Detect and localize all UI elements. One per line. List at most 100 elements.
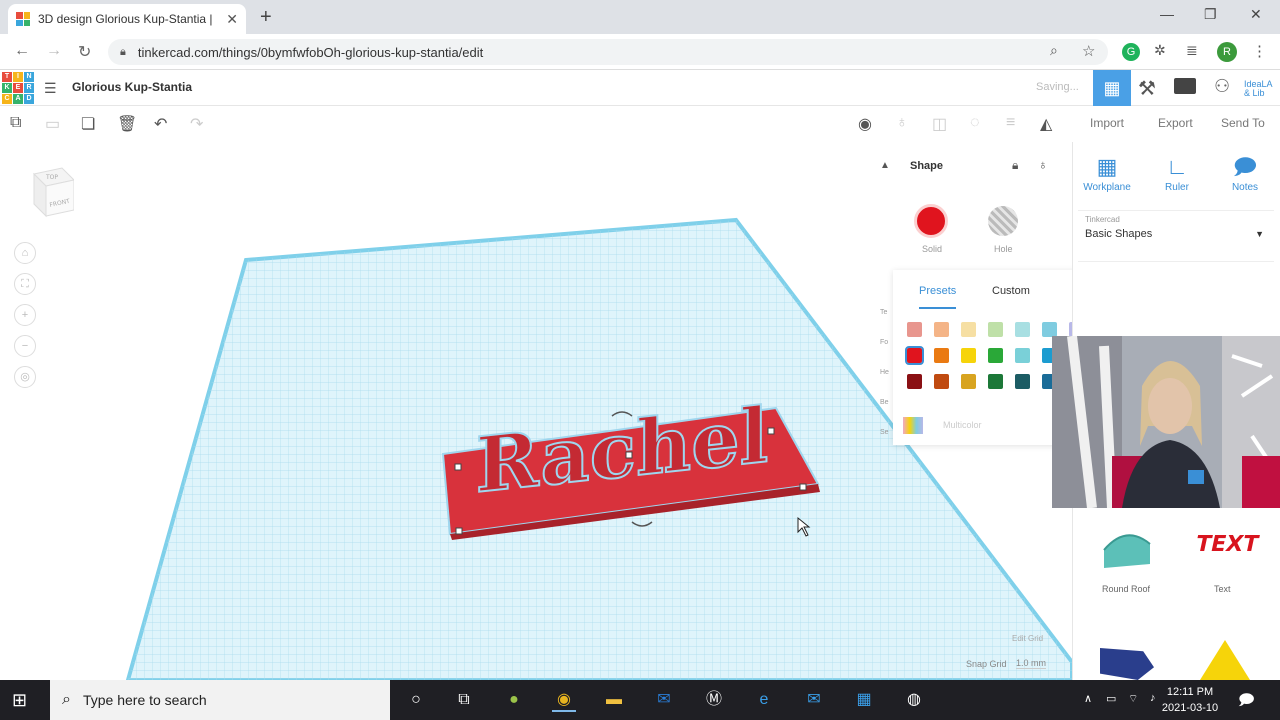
mirror-icon[interactable]: ◭ bbox=[1040, 114, 1052, 134]
reading-list-icon[interactable]: ≣ bbox=[1186, 42, 1198, 59]
design-list-icon[interactable]: ☰ bbox=[44, 80, 57, 97]
user-icon[interactable]: ⚇ bbox=[1214, 76, 1230, 97]
import-button[interactable]: Import bbox=[1090, 116, 1124, 130]
obs-icon[interactable]: ◍ bbox=[902, 688, 926, 712]
color-swatch[interactable] bbox=[1015, 374, 1030, 389]
tinkercad-logo[interactable]: TIN KER CAD bbox=[2, 72, 34, 104]
calendar-icon[interactable]: ▦ bbox=[852, 688, 876, 712]
notes-tool[interactable]: 🗩︎ Notes bbox=[1220, 152, 1270, 193]
color-swatch[interactable] bbox=[988, 322, 1003, 337]
forward-icon[interactable]: → bbox=[46, 42, 62, 60]
color-swatch[interactable] bbox=[961, 322, 976, 337]
chrome-icon[interactable]: ◉ bbox=[552, 688, 576, 712]
shape-library-select[interactable]: Tinkercad Basic Shapes ▼ bbox=[1078, 210, 1274, 262]
m-app-icon[interactable]: Ⓜ bbox=[702, 688, 726, 712]
minimize-icon[interactable]: — bbox=[1160, 6, 1174, 22]
color-swatch[interactable] bbox=[988, 348, 1003, 363]
export-button[interactable]: Export bbox=[1158, 116, 1193, 130]
workplane-tool[interactable]: ▦ Workplane bbox=[1082, 152, 1132, 193]
task-view-icon[interactable]: ⧉ bbox=[452, 688, 476, 712]
app-icon[interactable]: ● bbox=[502, 688, 526, 712]
reload-icon[interactable]: ↻ bbox=[78, 42, 91, 62]
notifications-icon[interactable]: 🗩︎ bbox=[1238, 690, 1255, 715]
grid-view-button[interactable]: ▦ bbox=[1093, 70, 1131, 106]
snap-grid-select[interactable]: 1.0 mm bbox=[1016, 658, 1047, 669]
ruler-tool[interactable]: ∟ Ruler bbox=[1152, 152, 1202, 193]
align-icon[interactable]: ≡ bbox=[1006, 114, 1015, 132]
delete-icon[interactable]: 🗑︎ bbox=[117, 114, 137, 134]
window-close-icon[interactable]: ✕ bbox=[1250, 6, 1262, 23]
tab-presets[interactable]: Presets bbox=[919, 285, 957, 309]
send-to-button[interactable]: Send To bbox=[1221, 116, 1265, 130]
volume-icon[interactable]: ♪ bbox=[1150, 692, 1156, 704]
file-explorer-icon[interactable]: ▬ bbox=[602, 688, 626, 712]
color-swatch[interactable] bbox=[1015, 348, 1030, 363]
light-bulb-icon[interactable]: ♁ bbox=[1038, 157, 1048, 172]
view-cube[interactable]: TOP FRONT bbox=[28, 164, 76, 218]
home-view-icon[interactable]: ⌂ bbox=[14, 242, 36, 264]
color-swatch[interactable] bbox=[934, 348, 949, 363]
windows-start-icon[interactable]: ⊞ bbox=[12, 690, 27, 711]
cortana-icon[interactable]: ○ bbox=[404, 688, 428, 712]
zoom-out-icon[interactable]: − bbox=[14, 335, 36, 357]
color-swatch[interactable] bbox=[934, 374, 949, 389]
grammarly-extension-icon[interactable]: G bbox=[1122, 43, 1140, 61]
color-swatch[interactable] bbox=[988, 374, 1003, 389]
bookmark-star-icon[interactable]: ☆ bbox=[1082, 42, 1095, 60]
notes-icon: 🗩︎ bbox=[1232, 154, 1258, 179]
view-toggle-icon[interactable]: ◉ bbox=[858, 114, 872, 134]
lock-shape-icon[interactable]: 🔒︎ bbox=[1012, 158, 1018, 173]
zoom-icon[interactable]: ⌕ bbox=[1050, 42, 1058, 59]
paste-icon[interactable]: ▭ bbox=[45, 114, 60, 134]
light-bulb-icon[interactable]: ♁ bbox=[896, 114, 908, 132]
zoom-in-icon[interactable]: + bbox=[14, 304, 36, 326]
duplicate-icon[interactable]: ❏ bbox=[81, 114, 95, 134]
prop-label: Be bbox=[880, 399, 889, 406]
multicolor-swatch[interactable] bbox=[903, 417, 923, 434]
edit-grid-button[interactable]: Edit Grid bbox=[1012, 634, 1043, 643]
edge-icon[interactable]: e bbox=[752, 688, 776, 712]
hammer-pickaxe-icon[interactable]: ⚒ bbox=[1138, 76, 1156, 101]
design-name[interactable]: Glorious Kup-Stantia bbox=[72, 80, 192, 94]
tab-custom[interactable]: Custom bbox=[992, 285, 1030, 297]
solid-color-button[interactable] bbox=[914, 204, 948, 238]
color-swatch[interactable] bbox=[961, 348, 976, 363]
collapse-icon[interactable]: ▲ bbox=[880, 160, 890, 171]
restore-icon[interactable]: ❐ bbox=[1204, 6, 1217, 23]
color-swatch[interactable] bbox=[1015, 322, 1030, 337]
bricks-icon[interactable] bbox=[1174, 78, 1196, 94]
new-tab-button[interactable]: + bbox=[260, 6, 272, 29]
network-icon[interactable]: ⌔ bbox=[1128, 692, 1138, 706]
color-swatch[interactable] bbox=[907, 322, 922, 337]
clock[interactable]: 12:11 PM 2021-03-10 bbox=[1158, 684, 1222, 716]
tray-chevron-icon[interactable]: ∧ bbox=[1084, 692, 1092, 705]
shape-round-roof[interactable] bbox=[1100, 528, 1156, 572]
close-tab-icon[interactable]: ✕ bbox=[226, 11, 238, 28]
extensions-icon[interactable]: ✲ bbox=[1154, 42, 1166, 59]
outlook-icon[interactable]: ✉ bbox=[652, 688, 676, 712]
copy-icon[interactable]: ⧉ bbox=[10, 114, 21, 132]
redo-icon[interactable]: ↷ bbox=[190, 114, 203, 134]
chrome-menu-icon[interactable]: ⋮ bbox=[1252, 42, 1267, 60]
color-swatch[interactable] bbox=[934, 322, 949, 337]
browser-tab[interactable]: 3D design Glorious Kup-Stantia | ✕ bbox=[8, 4, 246, 34]
mail-icon[interactable]: ✉ bbox=[802, 688, 826, 712]
battery-icon[interactable]: ▭ bbox=[1106, 692, 1116, 705]
taskbar-search[interactable]: ⌕ Type here to search bbox=[50, 680, 390, 720]
color-swatch[interactable] bbox=[1042, 322, 1057, 337]
color-swatch[interactable] bbox=[905, 346, 924, 365]
hole-button[interactable] bbox=[988, 206, 1018, 236]
text-shape-icon[interactable]: TEXT bbox=[1193, 532, 1260, 557]
undo-icon[interactable]: ↶ bbox=[154, 114, 167, 134]
ungroup-icon[interactable]: ◌ bbox=[970, 114, 980, 132]
group-icon[interactable]: ◫ bbox=[932, 114, 947, 134]
color-swatch[interactable] bbox=[907, 374, 922, 389]
omnibox[interactable]: 🔒︎ tinkercad.com/things/0bymfwfobOh-glor… bbox=[108, 39, 1108, 65]
fit-view-icon[interactable]: ⛶ bbox=[14, 273, 36, 295]
perspective-icon[interactable]: ◎ bbox=[14, 366, 36, 388]
lock-icon: 🔒︎ bbox=[120, 45, 126, 58]
profile-avatar[interactable]: R bbox=[1217, 42, 1237, 62]
text-shape-label: Text bbox=[1214, 584, 1231, 594]
back-icon[interactable]: ← bbox=[14, 42, 30, 60]
color-swatch[interactable] bbox=[961, 374, 976, 389]
